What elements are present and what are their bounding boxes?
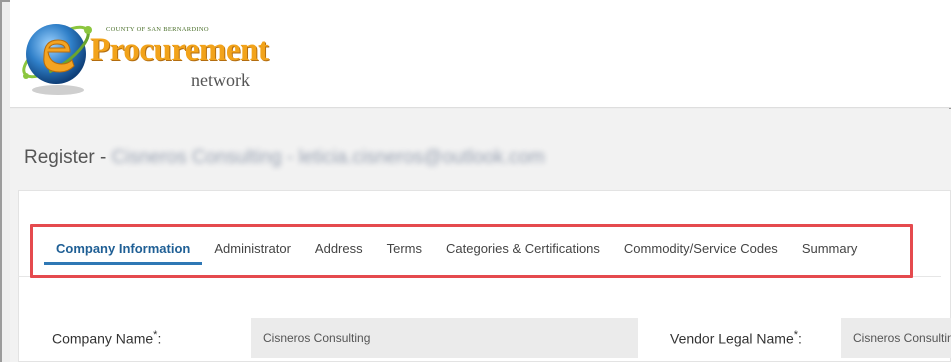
label-colon: : bbox=[157, 330, 162, 347]
company-name-field[interactable]: Cisneros Consulting bbox=[251, 318, 638, 358]
logo-brand-text: Procurement bbox=[90, 32, 269, 68]
tabs-highlight-box bbox=[30, 224, 913, 278]
company-name-label-text: Company Name bbox=[52, 330, 154, 347]
page-title: Register - Cisneros Consulting - leticia… bbox=[24, 147, 545, 169]
vendor-legal-name-field[interactable]: Cisneros Consulting bbox=[841, 318, 951, 358]
vendor-legal-name-label-text: Vendor Legal Name bbox=[670, 330, 794, 347]
site-header: COUNTY OF SAN BERNARDINO Procurement net… bbox=[10, 0, 951, 108]
page-title-detail: Cisneros Consulting - leticia.cisneros@o… bbox=[111, 147, 545, 168]
logo-subtitle-text: network bbox=[191, 70, 250, 90]
page-title-prefix: Register - bbox=[24, 147, 112, 168]
vendor-legal-name-label: Vendor Legal Name*: bbox=[670, 329, 802, 347]
procurement-network-logo[interactable]: COUNTY OF SAN BERNARDINO Procurement net… bbox=[14, 6, 274, 102]
label-colon: : bbox=[798, 330, 802, 347]
company-name-label: Company Name*: bbox=[52, 329, 161, 347]
